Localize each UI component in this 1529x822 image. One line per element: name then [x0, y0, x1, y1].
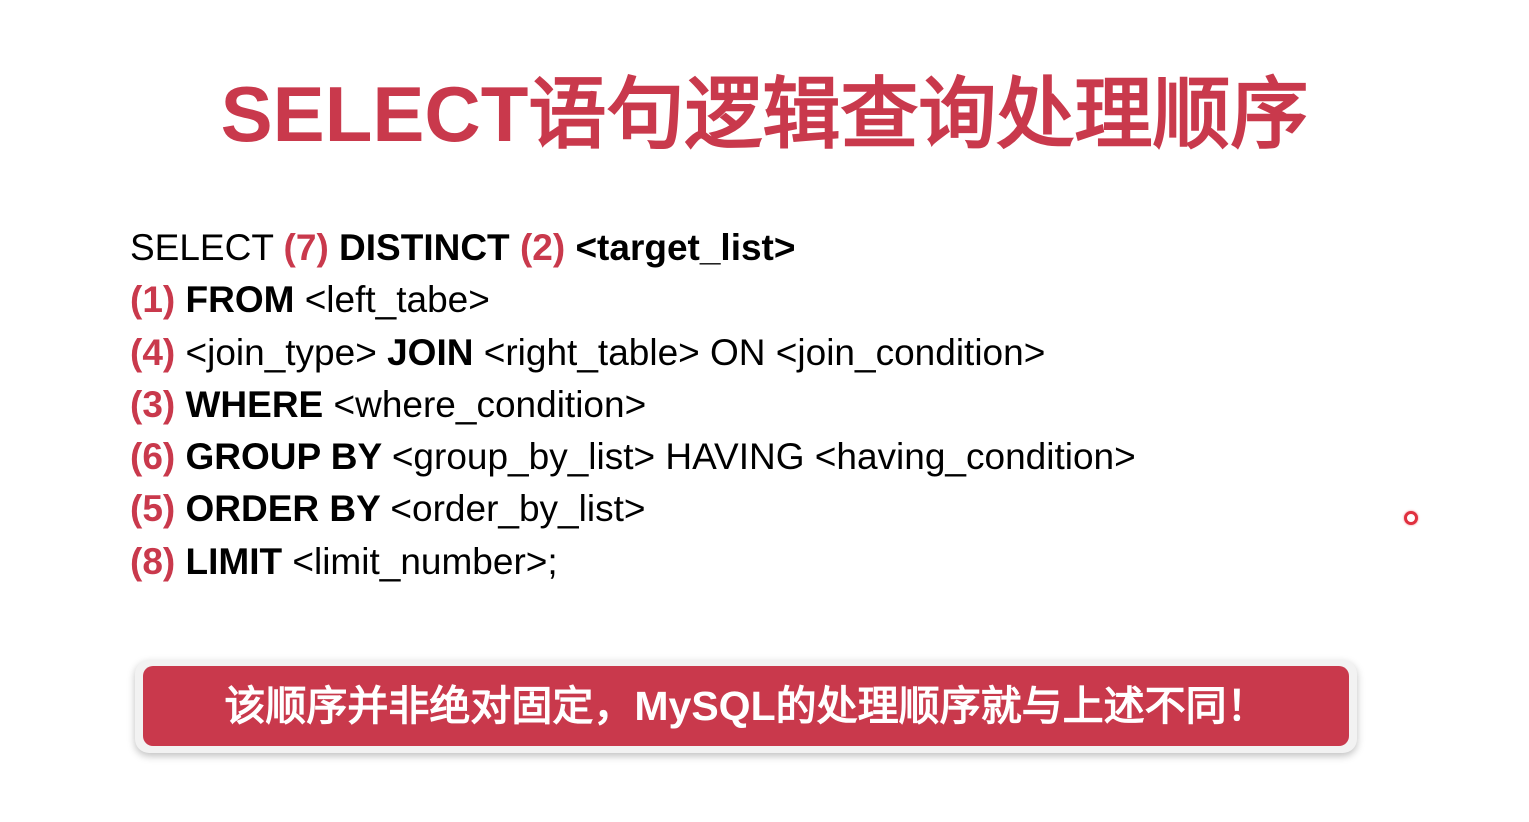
step-number: (6) — [130, 436, 186, 478]
sql-line: (1) FROM <left_tabe> — [130, 274, 1136, 326]
sql-text: SELECT — [130, 227, 284, 268]
note-banner: 该顺序并非绝对固定，MySQL的处理顺序就与上述不同！ — [143, 666, 1349, 746]
sql-line: SELECT (7) DISTINCT (2) <target_list> — [130, 222, 1136, 274]
step-number: (8) — [130, 540, 186, 582]
sql-line: (6) GROUP BY <group_by_list> HAVING <hav… — [130, 431, 1136, 483]
step-number: (1) — [130, 279, 186, 321]
laser-pointer-icon — [1404, 511, 1418, 525]
sql-line: (3) WHERE <where_condition> — [130, 379, 1136, 431]
step-number: (5) — [130, 488, 186, 530]
sql-keyword: WHERE — [185, 383, 334, 425]
slide: SELECT语句逻辑查询处理顺序 SELECT (7) DISTINCT (2)… — [0, 0, 1529, 822]
step-number: (4) — [130, 331, 186, 373]
sql-keyword: GROUP BY — [185, 436, 392, 478]
sql-keyword: ORDER BY — [185, 488, 391, 530]
sql-text: <where_condition> — [333, 383, 647, 425]
slide-title: SELECT语句逻辑查询处理顺序 — [220, 70, 1309, 158]
step-number: (3) — [130, 383, 186, 425]
sql-line: (5) ORDER BY <order_by_list> — [130, 483, 1136, 535]
step-number: (2) — [519, 227, 576, 268]
sql-keyword: FROM — [185, 279, 305, 321]
sql-keyword: <target_list> — [575, 227, 796, 268]
sql-text: <right_table> ON <join_condition> — [483, 331, 1046, 373]
sql-keyword: LIMIT — [185, 540, 293, 582]
sql-keyword: DISTINCT — [339, 227, 520, 268]
sql-text: <left_tabe> — [304, 279, 490, 321]
sql-keyword: JOIN — [387, 331, 484, 373]
sql-line: (4) <join_type> JOIN <right_table> ON <j… — [130, 327, 1136, 379]
sql-text: <join_type> — [185, 331, 388, 373]
sql-syntax-block: SELECT (7) DISTINCT (2) <target_list> (1)… — [130, 222, 1136, 588]
sql-text: <group_by_list> HAVING <having_condition… — [391, 436, 1136, 478]
sql-line: (8) LIMIT <limit_number>; — [130, 536, 1136, 588]
sql-text: <limit_number>; — [292, 540, 558, 582]
sql-text: <order_by_list> — [390, 488, 646, 530]
step-number: (7) — [283, 227, 340, 268]
